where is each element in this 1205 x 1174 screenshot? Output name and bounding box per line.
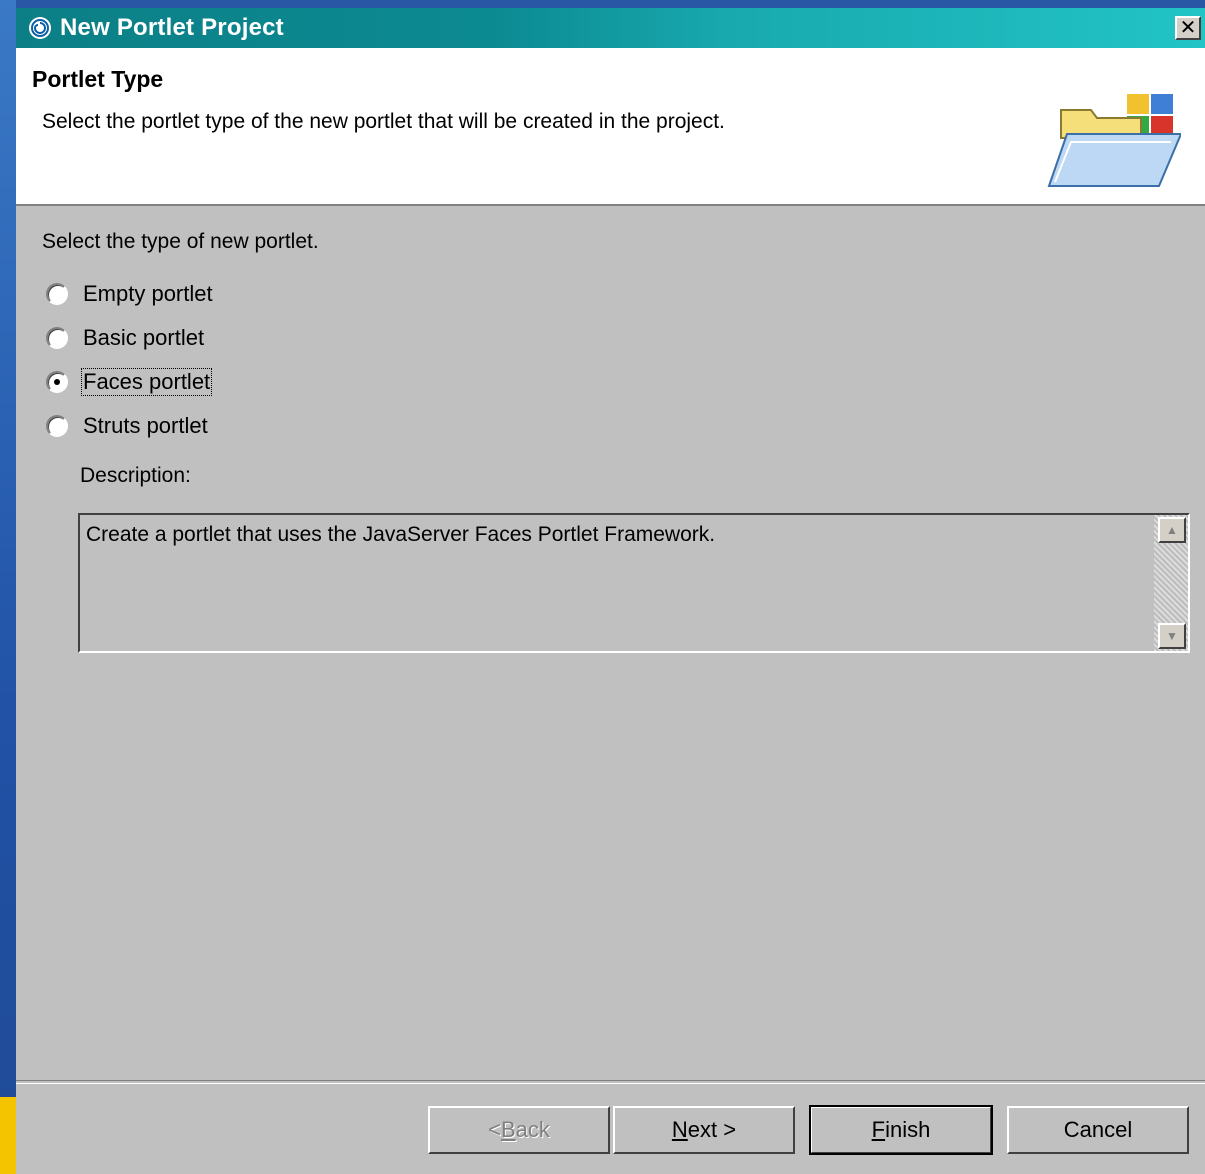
radio-button[interactable]	[46, 327, 68, 349]
next-button-label: ext >	[687, 1117, 737, 1142]
description-textarea[interactable]: Create a portlet that uses the JavaServe…	[78, 513, 1190, 653]
close-button[interactable]: ✕	[1175, 16, 1201, 40]
vertical-scrollbar[interactable]: ▲ ▼	[1154, 515, 1188, 651]
radio-empty-portlet[interactable]: Empty portlet	[46, 278, 214, 310]
back-button[interactable]: < Back	[428, 1106, 610, 1154]
footer-separator	[16, 1080, 1205, 1084]
dialog-window: New Portlet Project ✕ Portlet Type Selec…	[16, 8, 1205, 1174]
scroll-down-button[interactable]: ▼	[1158, 623, 1186, 649]
window-title: New Portlet Project	[60, 14, 284, 41]
arrow-down-icon: ▼	[1166, 629, 1178, 643]
desktop-taskbar-edge	[0, 1097, 16, 1174]
desktop-background	[0, 0, 16, 1174]
close-icon: ✕	[1179, 17, 1197, 39]
finish-button[interactable]: Finish	[809, 1105, 993, 1155]
radio-label: Struts portlet	[83, 413, 208, 438]
radio-struts-portlet[interactable]: Struts portlet	[46, 410, 209, 442]
next-button-mnemonic: N	[671, 1117, 688, 1142]
scroll-up-button[interactable]: ▲	[1158, 517, 1186, 543]
radio-button[interactable]	[46, 415, 68, 437]
finish-button-mnemonic: F	[871, 1117, 886, 1142]
open-folder-icon	[1047, 94, 1181, 187]
type-prompt: Select the type of new portlet.	[42, 230, 319, 253]
radio-faces-portlet[interactable]: Faces portlet	[46, 366, 213, 398]
cancel-button[interactable]: Cancel	[1007, 1106, 1189, 1154]
back-button-prefix: <	[488, 1117, 501, 1142]
next-button[interactable]: Next >	[613, 1106, 795, 1154]
radio-label: Empty portlet	[83, 281, 213, 306]
app-swirl-icon	[29, 17, 51, 39]
radio-label: Basic portlet	[83, 325, 205, 350]
back-button-label: ack	[515, 1117, 550, 1142]
arrow-up-icon: ▲	[1166, 523, 1178, 537]
back-button-mnemonic: B	[500, 1117, 516, 1142]
title-bar[interactable]: New Portlet Project ✕	[16, 8, 1205, 48]
cancel-button-label: Cancel	[1063, 1117, 1133, 1142]
finish-button-label: inish	[885, 1117, 931, 1142]
description-label: Description:	[80, 464, 191, 487]
radio-basic-portlet[interactable]: Basic portlet	[46, 322, 205, 354]
page-description: Select the portlet type of the new portl…	[42, 110, 725, 133]
radio-button[interactable]	[46, 283, 68, 305]
wizard-banner: Portlet Type Select the portlet type of …	[16, 48, 1205, 206]
radio-label: Faces portlet	[80, 368, 213, 396]
page-title: Portlet Type	[32, 66, 164, 92]
radio-button-selected[interactable]	[46, 371, 68, 393]
description-text: Create a portlet that uses the JavaServe…	[86, 523, 716, 546]
